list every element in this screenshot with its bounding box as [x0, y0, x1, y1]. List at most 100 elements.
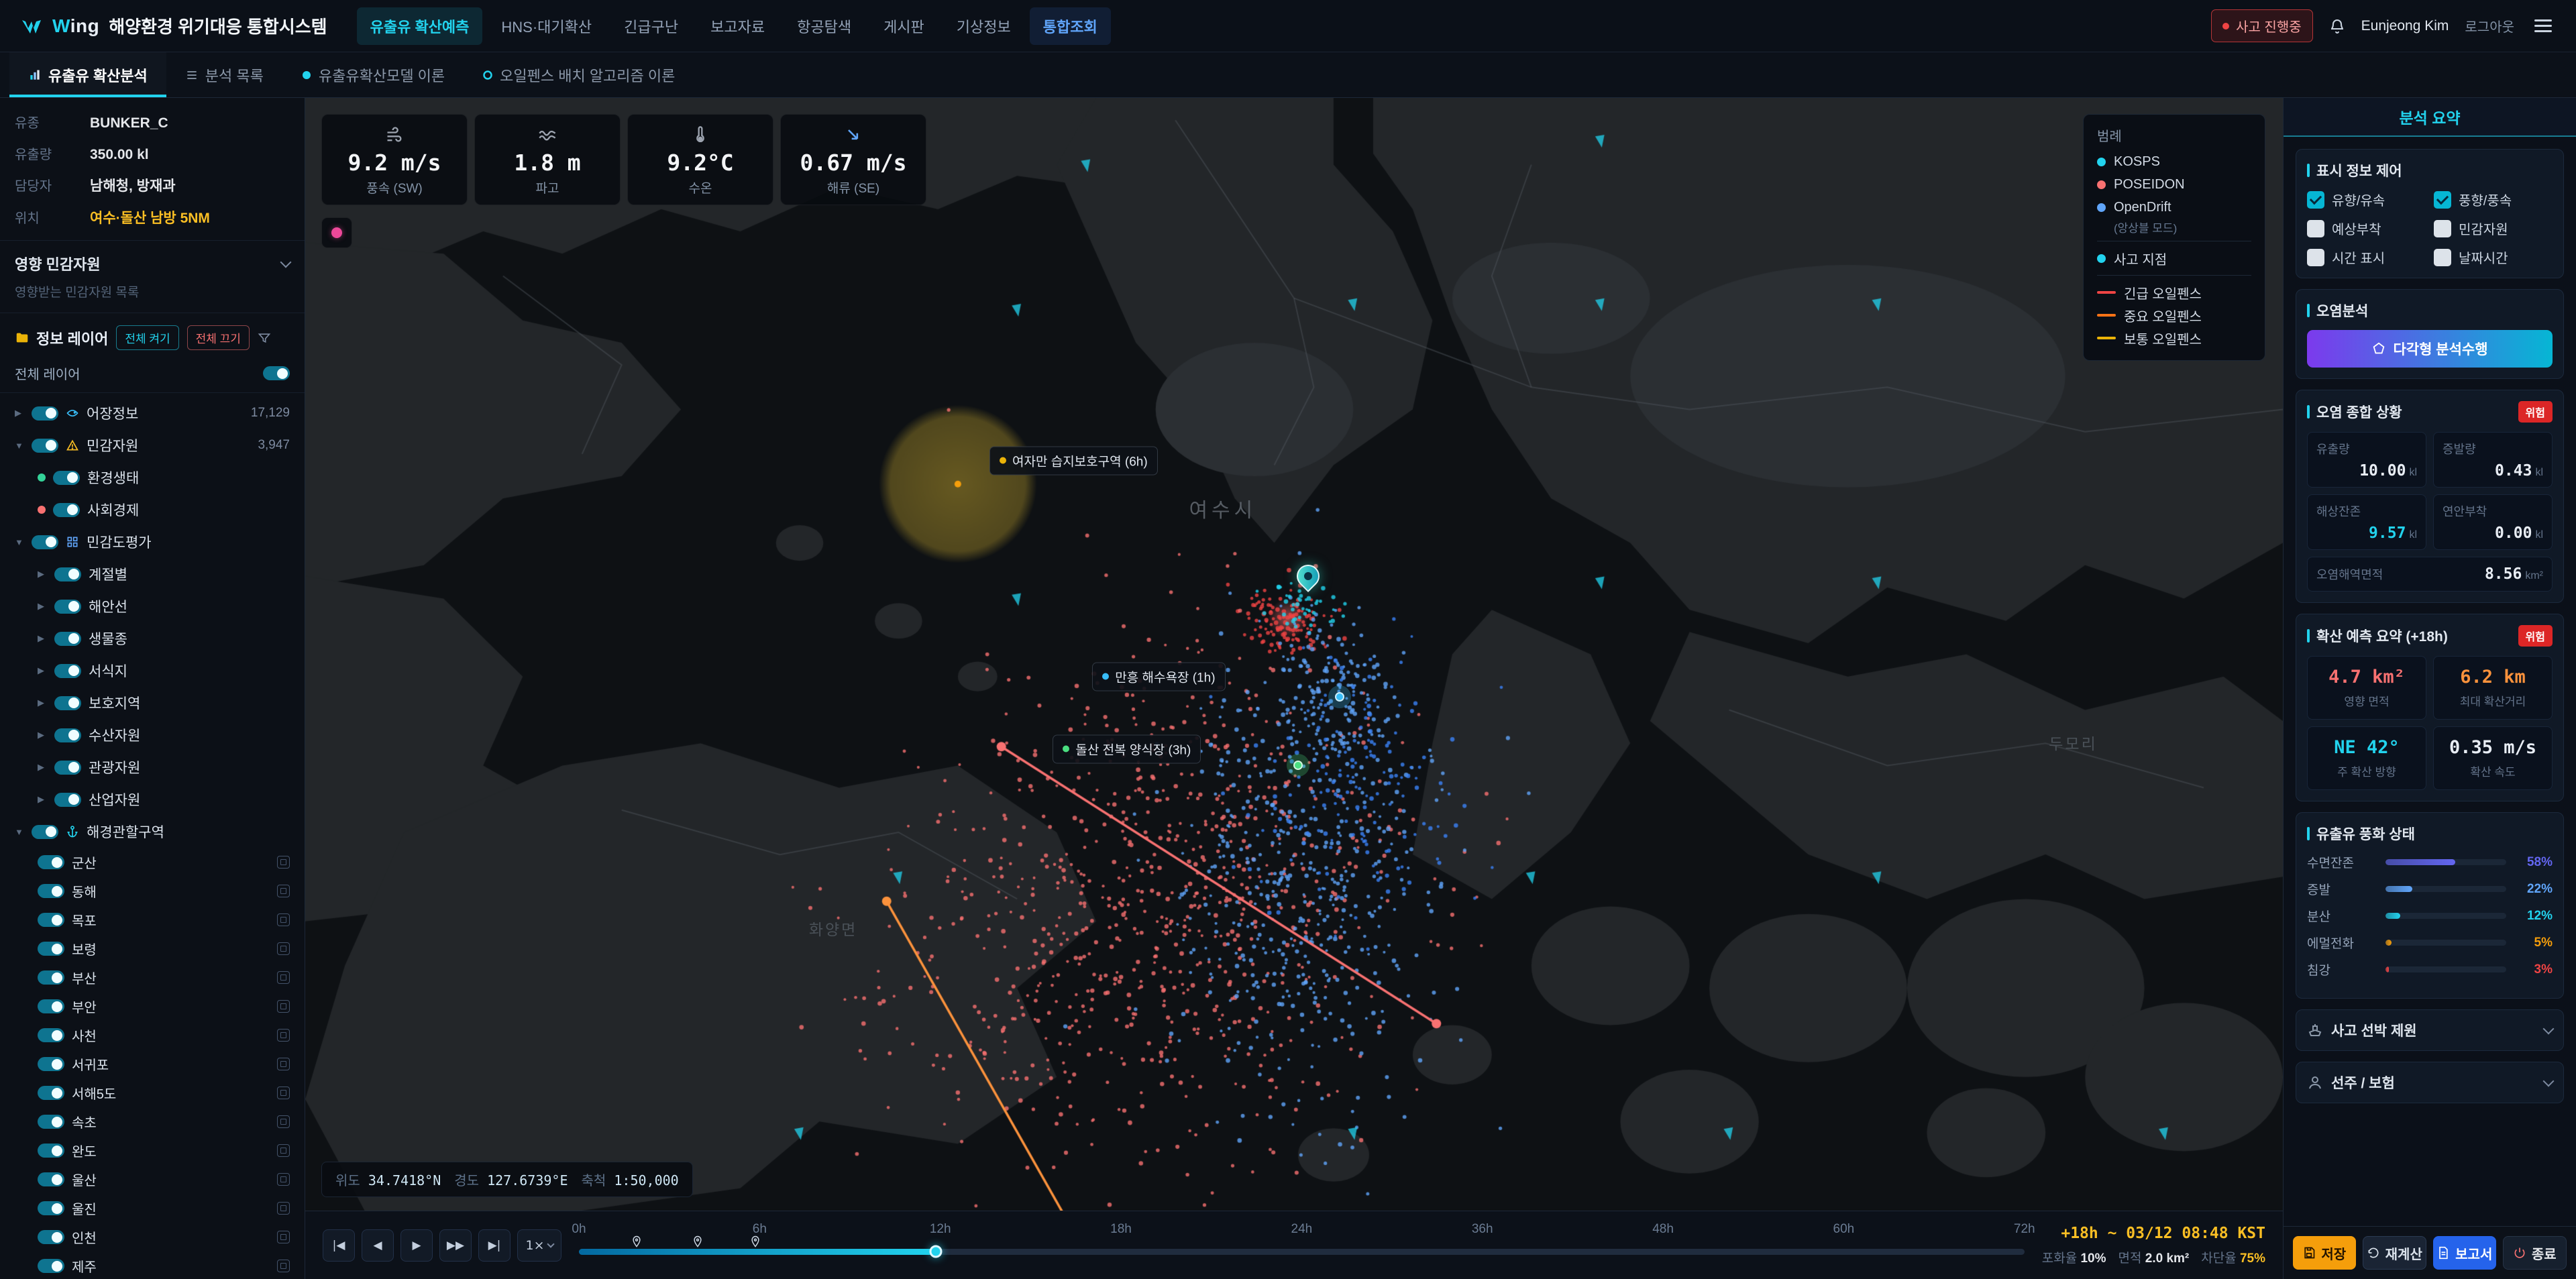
zoom-to-region-icon[interactable] [277, 971, 290, 984]
nav-item-0[interactable]: 유출유 확산예측 [357, 7, 483, 45]
layer-toggle[interactable] [32, 825, 58, 839]
map-measure-tool-button[interactable] [321, 217, 352, 248]
layer-item-3[interactable]: ▼해경관할구역 [0, 816, 305, 848]
play-button[interactable]: ▶ [400, 1229, 433, 1262]
nav-item-2[interactable]: 긴급구난 [610, 7, 692, 45]
layer-subitem[interactable]: ▶계절별 [0, 558, 305, 590]
caret-icon[interactable]: ▶ [38, 762, 47, 773]
nav-item-4[interactable]: 항공탐색 [784, 7, 865, 45]
layer-toggle[interactable] [32, 439, 58, 453]
region-item-4[interactable]: 부산 [0, 963, 305, 992]
end-session-button[interactable]: 종료 [2503, 1236, 2567, 1270]
skip-to-start-button[interactable]: |◀ [323, 1229, 355, 1262]
region-item-3[interactable]: 보령 [0, 934, 305, 963]
region-item-0[interactable]: 군산 [0, 848, 305, 877]
layer-toggle[interactable] [54, 696, 81, 710]
site-marker-label[interactable]: 돌산 전복 양식장 (3h) [1053, 734, 1201, 763]
menu-hamburger-icon[interactable] [2530, 15, 2556, 36]
region-item-2[interactable]: 목포 [0, 905, 305, 934]
zoom-to-region-icon[interactable] [277, 1115, 290, 1128]
layer-toggle[interactable] [54, 793, 81, 807]
layer-toggle[interactable] [54, 567, 81, 581]
caret-icon[interactable]: ▶ [38, 569, 47, 579]
caret-icon[interactable]: ▶ [38, 794, 47, 805]
caret-icon[interactable]: ▶ [38, 601, 47, 612]
skip-to-end-button[interactable]: ▶| [478, 1229, 511, 1262]
zoom-to-region-icon[interactable] [277, 913, 290, 926]
layer-toggle[interactable] [32, 535, 58, 549]
display-option-4[interactable]: 시간 표시 [2307, 247, 2426, 267]
region-item-14[interactable]: 제주 [0, 1252, 305, 1279]
layer-toggle[interactable] [54, 728, 81, 742]
site-marker-label[interactable]: 만흥 해수욕장 (1h) [1092, 662, 1225, 691]
incident-location-pin[interactable] [1297, 565, 1320, 588]
zoom-to-region-icon[interactable] [277, 942, 290, 955]
region-item-6[interactable]: 사천 [0, 1021, 305, 1050]
layer-toggle[interactable] [54, 632, 81, 646]
display-option-1[interactable]: 풍향/풍속 [2434, 190, 2553, 209]
zoom-to-region-icon[interactable] [277, 1144, 290, 1157]
boom-deploy-pin-icon[interactable] [749, 1235, 761, 1247]
checkbox-icon[interactable] [2434, 249, 2451, 266]
zoom-to-region-icon[interactable] [277, 1231, 290, 1243]
left-sidebar[interactable]: 유종BUNKER_C유출량350.00 kl담당자남해청, 방재과위치여수·돌산… [0, 98, 305, 1279]
region-toggle[interactable] [38, 1172, 64, 1186]
layer-subitem[interactable]: 환경생태 [0, 461, 305, 494]
zoom-to-region-icon[interactable] [277, 1202, 290, 1215]
checkbox-icon[interactable] [2434, 191, 2451, 209]
site-marker-dot[interactable] [1328, 685, 1351, 708]
nav-item-1[interactable]: HNS·대기확산 [488, 7, 605, 45]
layer-toggle[interactable] [53, 503, 80, 517]
layer-subitem[interactable]: ▶수산자원 [0, 719, 305, 751]
caret-icon[interactable]: ▶ [15, 408, 24, 419]
tab-1[interactable]: 분석 목록 [166, 52, 282, 97]
region-item-11[interactable]: 울산 [0, 1165, 305, 1194]
region-toggle[interactable] [38, 1057, 64, 1071]
region-toggle[interactable] [38, 1201, 64, 1215]
wetland-marker-label[interactable]: 여자만 습지보호구역 (6h) [989, 446, 1158, 475]
vessel-spec-section[interactable]: 사고 선박 제원 [2296, 1009, 2564, 1051]
region-toggle[interactable] [38, 884, 64, 898]
region-toggle[interactable] [38, 1028, 64, 1042]
layers-all-on-button[interactable]: 전체 켜기 [116, 325, 178, 350]
caret-icon[interactable]: ▶ [38, 633, 47, 644]
nav-item-7[interactable]: 통합조회 [1030, 7, 1111, 45]
nav-item-5[interactable]: 게시판 [870, 7, 938, 45]
zoom-to-region-icon[interactable] [277, 1087, 290, 1099]
layer-subitem[interactable]: ▶관광자원 [0, 751, 305, 783]
layer-item-1[interactable]: ▼민감자원3,947 [0, 429, 305, 461]
layers-all-off-button[interactable]: 전체 끄기 [187, 325, 250, 350]
checkbox-icon[interactable] [2307, 249, 2324, 266]
timeline-knob[interactable] [930, 1245, 943, 1258]
notifications-bell-icon[interactable] [2329, 18, 2345, 34]
checkbox-icon[interactable] [2307, 220, 2324, 237]
region-toggle[interactable] [38, 855, 64, 869]
boom-deploy-pin-icon[interactable] [692, 1235, 704, 1247]
caret-icon[interactable]: ▼ [15, 537, 24, 547]
zoom-to-region-icon[interactable] [277, 856, 290, 869]
layer-toggle[interactable] [53, 471, 80, 485]
region-item-1[interactable]: 동해 [0, 877, 305, 905]
display-option-3[interactable]: 민감자원 [2434, 219, 2553, 238]
tab-3[interactable]: 오일펜스 배치 알고리즘 이론 [464, 52, 694, 97]
nav-item-3[interactable]: 보고자료 [697, 7, 778, 45]
layer-subitem[interactable]: ▶생물종 [0, 622, 305, 655]
zoom-to-region-icon[interactable] [277, 1173, 290, 1186]
incident-active-button[interactable]: 사고 진행중 [2211, 9, 2313, 42]
checkbox-icon[interactable] [2307, 191, 2324, 209]
layer-toggle[interactable] [32, 406, 58, 421]
zoom-to-region-icon[interactable] [277, 1000, 290, 1013]
region-item-9[interactable]: 속초 [0, 1107, 305, 1136]
zoom-to-region-icon[interactable] [277, 1029, 290, 1042]
region-toggle[interactable] [38, 1144, 64, 1158]
zoom-to-region-icon[interactable] [277, 1260, 290, 1272]
region-item-7[interactable]: 서귀포 [0, 1050, 305, 1078]
region-toggle[interactable] [38, 999, 64, 1013]
tab-2[interactable]: 유출유확산모델 이론 [282, 52, 464, 97]
region-toggle[interactable] [38, 1230, 64, 1244]
caret-icon[interactable]: ▼ [15, 441, 24, 451]
layer-toggle[interactable] [54, 761, 81, 775]
display-option-2[interactable]: 예상부착 [2307, 219, 2426, 238]
tab-0[interactable]: 유출유 확산분석 [9, 52, 166, 97]
master-layer-toggle[interactable] [263, 366, 290, 380]
